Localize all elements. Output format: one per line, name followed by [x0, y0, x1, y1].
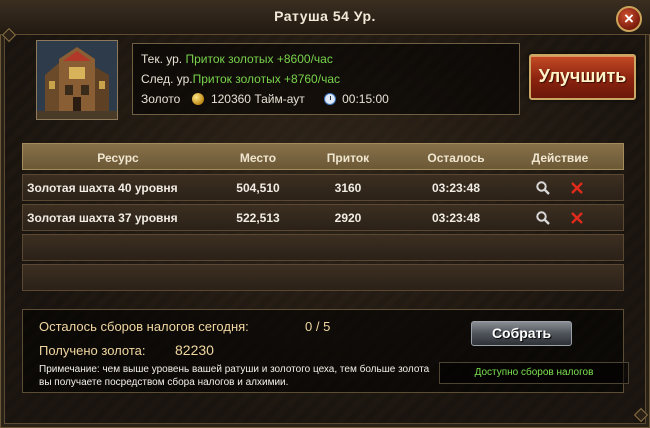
collections-remaining-count: 0 / 5 — [305, 319, 331, 334]
header-place: Место — [239, 151, 277, 165]
current-level-income: Приток золотых +8600/час — [185, 52, 333, 66]
collections-remaining-label: Осталось сборов налогов сегодня: — [39, 319, 249, 334]
gold-cost-amount: 120360 — [210, 92, 251, 106]
cell-place: 504,510 — [236, 181, 280, 195]
header-action: Действие — [531, 151, 589, 165]
town-hall-image — [36, 40, 118, 120]
resource-table: Ресурс Место Приток Осталось Действие Зо… — [22, 143, 624, 296]
next-level-income: Приток золотых +8760/час — [192, 72, 340, 86]
note-text: Примечание: чем выше уровень вашей ратуш… — [39, 364, 430, 388]
town-hall-building-icon — [37, 41, 117, 119]
upgrade-time: 00:15:00 — [342, 92, 389, 106]
collect-button[interactable]: Собрать — [471, 321, 572, 346]
cell-resource: Золотая шахта 40 уровня — [27, 181, 178, 195]
remove-icon[interactable] — [569, 210, 585, 226]
header-resource: Ресурс — [97, 151, 139, 165]
close-button[interactable]: × — [616, 6, 642, 32]
table-row-empty — [22, 234, 624, 261]
cell-remaining: 03:23:48 — [431, 181, 481, 195]
magnifier-icon[interactable] — [535, 210, 551, 226]
next-level-line: След. ур.Приток золотых +8760/час — [141, 72, 340, 86]
table-row-empty — [22, 264, 624, 291]
cell-remaining: 03:23:48 — [431, 211, 481, 225]
gold-received-label: Получено золота: — [39, 343, 146, 358]
cell-place: 522,513 — [236, 211, 280, 225]
magnifier-icon[interactable] — [535, 180, 551, 196]
remove-icon[interactable] — [569, 180, 585, 196]
title-bar: Ратуша 54 Ур. — [0, 0, 650, 35]
table-row: Золотая шахта 37 уровня 522,513 2920 03:… — [22, 204, 624, 231]
gold-cost-label: Золото — [141, 92, 181, 106]
window-title: Ратуша 54 Ур. — [274, 8, 376, 24]
next-level-prefix: След. ур. — [141, 72, 193, 86]
cell-inflow: 3160 — [334, 181, 362, 195]
cell-inflow: 2920 — [334, 211, 362, 225]
cell-resource: Золотая шахта 37 уровня — [27, 211, 178, 225]
cost-line: Золото 120360 Тайм-аут 00:15:00 — [141, 92, 389, 106]
upgrade-button[interactable]: Улучшить — [529, 54, 636, 100]
table-header: Ресурс Место Приток Осталось Действие — [22, 143, 624, 170]
available-collections-status: Доступно сборов налогов — [439, 362, 629, 384]
gold-received-value: 82230 — [175, 342, 214, 358]
tax-collection-panel: Осталось сборов налогов сегодня: 0 / 5 П… — [22, 309, 629, 393]
current-level-prefix: Тек. ур. — [141, 52, 183, 66]
current-level-line: Тек. ур. Приток золотых +8600/час — [141, 52, 333, 66]
header-inflow: Приток — [326, 151, 370, 165]
gold-coin-icon — [191, 93, 204, 105]
clock-icon — [324, 93, 337, 105]
level-info-panel: Тек. ур. Приток золотых +8600/час След. … — [132, 43, 520, 115]
header-remaining: Осталось — [427, 151, 485, 165]
table-row: Золотая шахта 40 уровня 504,510 3160 03:… — [22, 174, 624, 201]
timeout-label: Тайм-аут — [254, 92, 305, 106]
